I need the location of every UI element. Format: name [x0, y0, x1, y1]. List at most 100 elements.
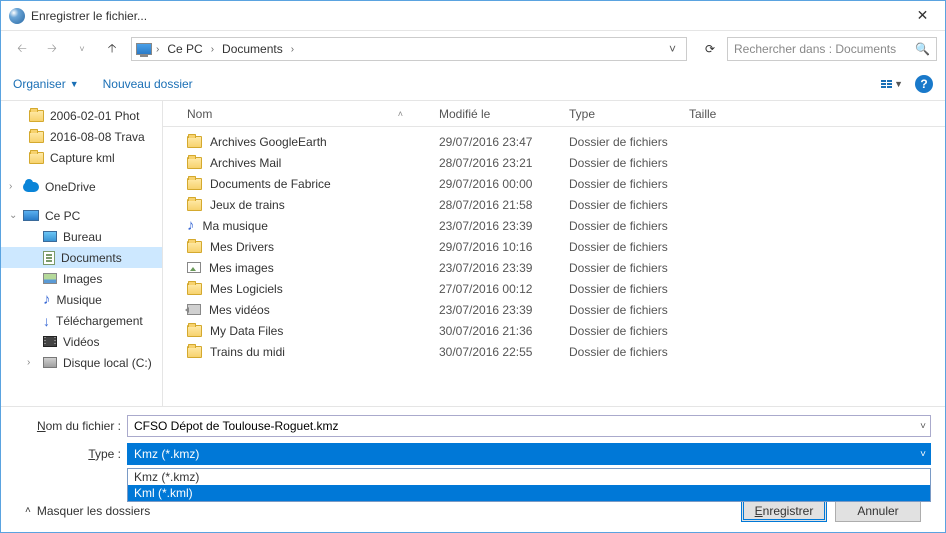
file-row[interactable]: Trains du midi30/07/2016 22:55Dossier de…	[163, 341, 945, 362]
col-modified[interactable]: Modifié le	[431, 107, 561, 121]
expand-icon[interactable]: ›	[27, 357, 30, 368]
file-name: Mes Drivers	[210, 240, 274, 254]
imgtree-icon	[43, 273, 57, 284]
file-row[interactable]: ♪Ma musique23/07/2016 23:39Dossier de fi…	[163, 215, 945, 236]
chevron-down-icon[interactable]: ˅	[920, 449, 926, 460]
tree-item-img[interactable]: Images	[1, 268, 162, 289]
folder-icon	[187, 346, 202, 358]
crumb-root[interactable]: Ce PC	[163, 40, 206, 58]
tree-item-label: Téléchargement	[56, 314, 143, 328]
window-title: Enregistrer le fichier...	[31, 9, 900, 23]
tree-item[interactable]: 2016-08-08 Trava	[1, 126, 162, 147]
tree-item-label: Vidéos	[63, 335, 99, 349]
tree-item-disk[interactable]: › Disque local (C:)	[1, 352, 162, 373]
music-icon: ♪	[43, 292, 51, 307]
vid-icon	[187, 304, 201, 315]
tree-item-label: Disque local (C:)	[63, 356, 152, 370]
file-row[interactable]: Mes Logiciels 27/07/2016 00:12Dossier de …	[163, 278, 945, 299]
organize-menu[interactable]: Organiser ▼	[13, 77, 79, 91]
folder-icon	[187, 325, 202, 337]
file-list: Nom˄ Modifié le Type Taille Archives Goo…	[163, 101, 945, 406]
view-mode-button[interactable]: ▼	[881, 79, 903, 89]
col-size[interactable]: Taille	[681, 107, 761, 121]
file-type: Dossier de fichiers	[561, 219, 681, 233]
crumb-folder[interactable]: Documents	[218, 40, 287, 58]
file-type: Dossier de fichiers	[561, 177, 681, 191]
app-icon	[9, 8, 25, 24]
file-type: Dossier de fichiers	[561, 324, 681, 338]
filename-value: CFSO Dépot de Toulouse-Roguet.kmz	[134, 419, 339, 433]
file-row[interactable]: Archives Mail28/07/2016 23:21Dossier de …	[163, 152, 945, 173]
tree-item-desk[interactable]: Bureau	[1, 226, 162, 247]
chevron-right-icon: ›	[209, 44, 216, 55]
desk-icon	[43, 231, 57, 242]
pc-icon	[23, 210, 39, 221]
toolbar: Organiser ▼ Nouveau dossier ▼ ?	[1, 67, 945, 101]
file-modified: 27/07/2016 00:12	[431, 282, 561, 296]
close-button[interactable]: ✕	[900, 1, 945, 30]
tree-item-doc[interactable]: Documents	[1, 247, 162, 268]
new-folder-button[interactable]: Nouveau dossier	[103, 77, 193, 91]
hide-folders-label: Masquer les dossiers	[37, 504, 150, 518]
up-button[interactable]: 🡡	[99, 36, 125, 62]
tree-item[interactable]: Capture kml	[1, 147, 162, 168]
tree-item[interactable]: 2006-02-01 Phot	[1, 105, 162, 126]
file-row[interactable]: Jeux de trains28/07/2016 21:58Dossier de…	[163, 194, 945, 215]
disk-icon	[43, 357, 57, 368]
recent-dropdown[interactable]: ˅	[69, 36, 95, 62]
breadcrumb[interactable]: › Ce PC › Documents › ˅	[131, 37, 687, 61]
file-name: Mes vidéos	[209, 303, 270, 317]
tree-item-label: 2016-08-08 Trava	[50, 130, 145, 144]
tree-onedrive[interactable]: ›OneDrive	[1, 176, 162, 197]
filename-input[interactable]: CFSO Dépot de Toulouse-Roguet.kmz ˅	[127, 415, 931, 437]
type-option-kml[interactable]: Kml (*.kml)	[128, 485, 930, 501]
col-name[interactable]: Nom˄	[179, 107, 431, 121]
col-type[interactable]: Type	[561, 107, 681, 121]
file-row[interactable]: Mes vidéos23/07/2016 23:39Dossier de fic…	[163, 299, 945, 320]
file-rows[interactable]: Archives GoogleEarth29/07/2016 23:47Doss…	[163, 127, 945, 406]
file-name: Mes Logiciels	[210, 282, 283, 296]
file-row[interactable]: Documents de Fabrice29/07/2016 00:00Doss…	[163, 173, 945, 194]
doc-icon	[43, 251, 55, 265]
vidtree-icon	[43, 336, 57, 347]
chevron-right-icon: ›	[289, 44, 296, 55]
folder-icon	[187, 241, 202, 253]
chevron-down-icon[interactable]: ˅	[920, 421, 926, 432]
help-button[interactable]: ?	[915, 75, 933, 93]
save-button[interactable]: Enregistrer	[741, 499, 827, 522]
folder-icon	[29, 131, 44, 143]
tree-item-dl[interactable]: ↓Téléchargement	[1, 310, 162, 331]
forward-button[interactable]: 🡢	[39, 36, 65, 62]
tree-item-music[interactable]: ♪Musique	[1, 289, 162, 310]
file-row[interactable]: Mes Drivers29/07/2016 10:16Dossier de fi…	[163, 236, 945, 257]
file-row[interactable]: My Data Files30/07/2016 21:36Dossier de …	[163, 320, 945, 341]
file-row[interactable]: Mes images23/07/2016 23:39Dossier de fic…	[163, 257, 945, 278]
file-modified: 29/07/2016 23:47	[431, 135, 561, 149]
refresh-button[interactable]: ⟳	[697, 37, 723, 61]
chevron-right-icon: ›	[154, 44, 161, 55]
tree-cepc[interactable]: ⌄ Ce PC	[1, 205, 162, 226]
folder-icon	[29, 152, 44, 164]
sort-asc-icon: ˄	[398, 109, 403, 119]
expand-icon[interactable]: ›	[9, 181, 12, 192]
file-name: Documents de Fabrice	[210, 177, 331, 191]
hide-folders-link[interactable]: ˄ Masquer les dossiers	[25, 504, 150, 518]
file-type: Dossier de fichiers	[561, 198, 681, 212]
back-button[interactable]: 🡠	[9, 36, 35, 62]
file-type: Dossier de fichiers	[561, 282, 681, 296]
tree-item-vid[interactable]: Vidéos	[1, 331, 162, 352]
type-option-kmz[interactable]: Kmz (*.kmz)	[128, 469, 930, 485]
file-type: Dossier de fichiers	[561, 303, 681, 317]
breadcrumb-dropdown[interactable]: ˅	[663, 42, 682, 56]
expand-icon[interactable]: ⌄	[9, 210, 17, 221]
folder-tree[interactable]: 2006-02-01 Phot 2016-08-08 Trava Capture k…	[1, 101, 163, 406]
file-row[interactable]: Archives GoogleEarth29/07/2016 23:47Doss…	[163, 131, 945, 152]
type-select[interactable]: Kmz (*.kmz) ˅	[127, 443, 931, 465]
file-modified: 28/07/2016 23:21	[431, 156, 561, 170]
type-dropdown-list[interactable]: Kmz (*.kmz) Kml (*.kml)	[127, 468, 931, 502]
tree-item-label: Images	[63, 272, 102, 286]
file-modified: 30/07/2016 21:36	[431, 324, 561, 338]
search-input[interactable]: Rechercher dans : Documents 🔍	[727, 37, 937, 61]
cancel-button[interactable]: Annuler	[835, 499, 921, 522]
tree-item-label: Ce PC	[45, 209, 80, 223]
